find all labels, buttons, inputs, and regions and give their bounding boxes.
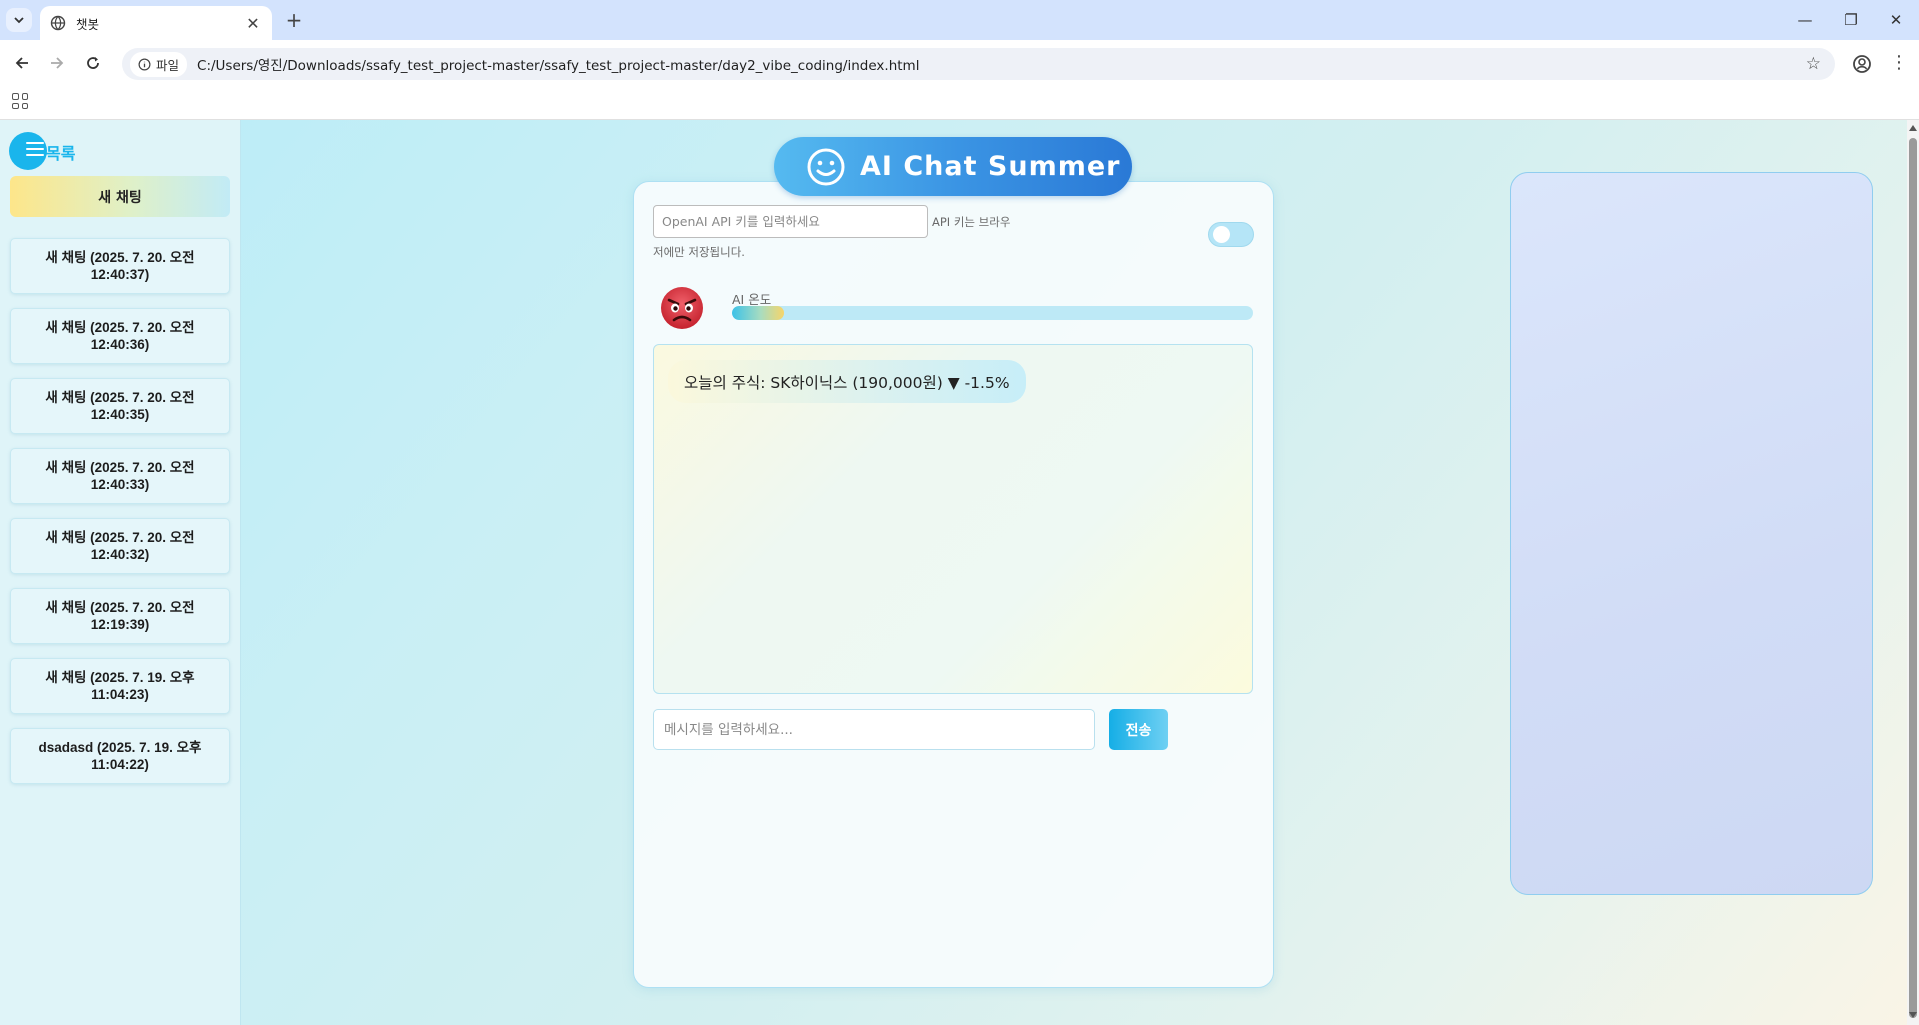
temperature-bar-fill [732, 306, 785, 320]
back-button[interactable] [9, 50, 35, 76]
scrollbar-thumb[interactable] [1909, 138, 1917, 1018]
theme-toggle[interactable] [1208, 222, 1254, 247]
tab-search-button[interactable] [6, 8, 32, 32]
close-tab-icon[interactable]: ✕ [244, 14, 262, 33]
scroll-down-arrow[interactable] [1909, 1012, 1917, 1018]
chat-history-item[interactable]: 새 채팅 (2025. 7. 20. 오전 12:40:33) [10, 448, 230, 504]
chat-history-item[interactable]: 새 채팅 (2025. 7. 20. 오전 12:40:37) [10, 238, 230, 294]
chat-history-item[interactable]: 새 채팅 (2025. 7. 20. 오전 12:40:32) [10, 518, 230, 574]
smiley-icon [807, 148, 845, 185]
arrow-right-icon [51, 57, 64, 69]
chat-history-item[interactable]: 새 채팅 (2025. 7. 19. 오후 11:04:23) [10, 658, 230, 714]
chat-history-item[interactable]: 새 채팅 (2025. 7. 20. 오전 12:40:36) [10, 308, 230, 364]
api-key-note-continued: 저에만 저장됩니다. [653, 245, 745, 259]
browser-menu-icon[interactable]: ⋮ [1890, 52, 1908, 73]
url-text[interactable]: C:/Users/영진/Downloads/ssafy_test_project… [197, 54, 919, 74]
api-key-note: API 키는 브라우 [932, 215, 1011, 229]
sidebar-title: 목록 [46, 144, 76, 163]
info-icon [138, 58, 151, 70]
minimize-button[interactable]: — [1782, 0, 1828, 40]
profile-icon[interactable] [1849, 51, 1875, 77]
temperature-bar [732, 306, 1253, 320]
angry-face-icon [661, 287, 703, 329]
site-chip-label: 파일 [156, 57, 180, 73]
browser-tab-bar: 챗봇 ✕ + — ❐ ✕ [0, 0, 1919, 40]
forward-button[interactable] [44, 50, 70, 76]
chat-message-bubble: 오늘의 주식: SK하이닉스 (190,000원) ▼ -1.5% [668, 360, 1026, 403]
page-scrollbar[interactable] [1907, 120, 1919, 1025]
api-key-input[interactable] [653, 205, 928, 238]
toggle-knob [1213, 226, 1230, 243]
chat-messages-area[interactable]: 오늘의 주식: SK하이닉스 (190,000원) ▼ -1.5% [653, 344, 1253, 694]
reload-icon [87, 57, 99, 69]
chat-history-item[interactable]: 새 채팅 (2025. 7. 20. 오전 12:19:39) [10, 588, 230, 644]
chat-history-item[interactable]: dsadasd (2025. 7. 19. 오후 11:04:22) [10, 728, 230, 784]
chat-history-list: 새 채팅 (2025. 7. 20. 오전 12:40:37) 새 채팅 (20… [10, 238, 230, 798]
app-title-banner: AI Chat Summer [774, 137, 1132, 196]
globe-icon [50, 15, 66, 31]
bookmark-star-icon[interactable]: ☆ [1806, 54, 1821, 74]
browser-tab[interactable]: 챗봇 ✕ [40, 6, 272, 40]
new-chat-button[interactable]: 새 채팅 [10, 176, 230, 217]
page-viewport: 목록 새 채팅 새 채팅 (2025. 7. 20. 오전 12:40:37) … [0, 120, 1919, 1025]
close-window-button[interactable]: ✕ [1873, 0, 1919, 40]
tab-title: 챗봇 [76, 16, 100, 32]
bookmarks-bar [0, 85, 1919, 120]
send-button[interactable]: 전송 [1109, 709, 1168, 750]
address-bar[interactable]: 파일 C:/Users/영진/Downloads/ssafy_test_proj… [122, 48, 1835, 80]
chevron-down-icon [14, 17, 24, 24]
arrow-left-icon [15, 57, 28, 69]
restore-button[interactable]: ❐ [1828, 0, 1874, 40]
chat-history-item[interactable]: 새 채팅 (2025. 7. 20. 오전 12:40:35) [10, 378, 230, 434]
scroll-up-arrow[interactable] [1909, 125, 1917, 131]
app-title: AI Chat Summer [860, 151, 1121, 182]
sidebar: 목록 새 채팅 새 채팅 (2025. 7. 20. 오전 12:40:37) … [0, 120, 241, 1025]
message-input[interactable] [653, 709, 1095, 750]
new-tab-button[interactable]: + [282, 8, 306, 32]
side-panel [1510, 172, 1873, 895]
hamburger-icon[interactable] [26, 142, 44, 160]
reload-button[interactable] [80, 50, 106, 76]
apps-grid-icon[interactable] [12, 93, 28, 109]
site-info-chip[interactable]: 파일 [130, 51, 188, 77]
